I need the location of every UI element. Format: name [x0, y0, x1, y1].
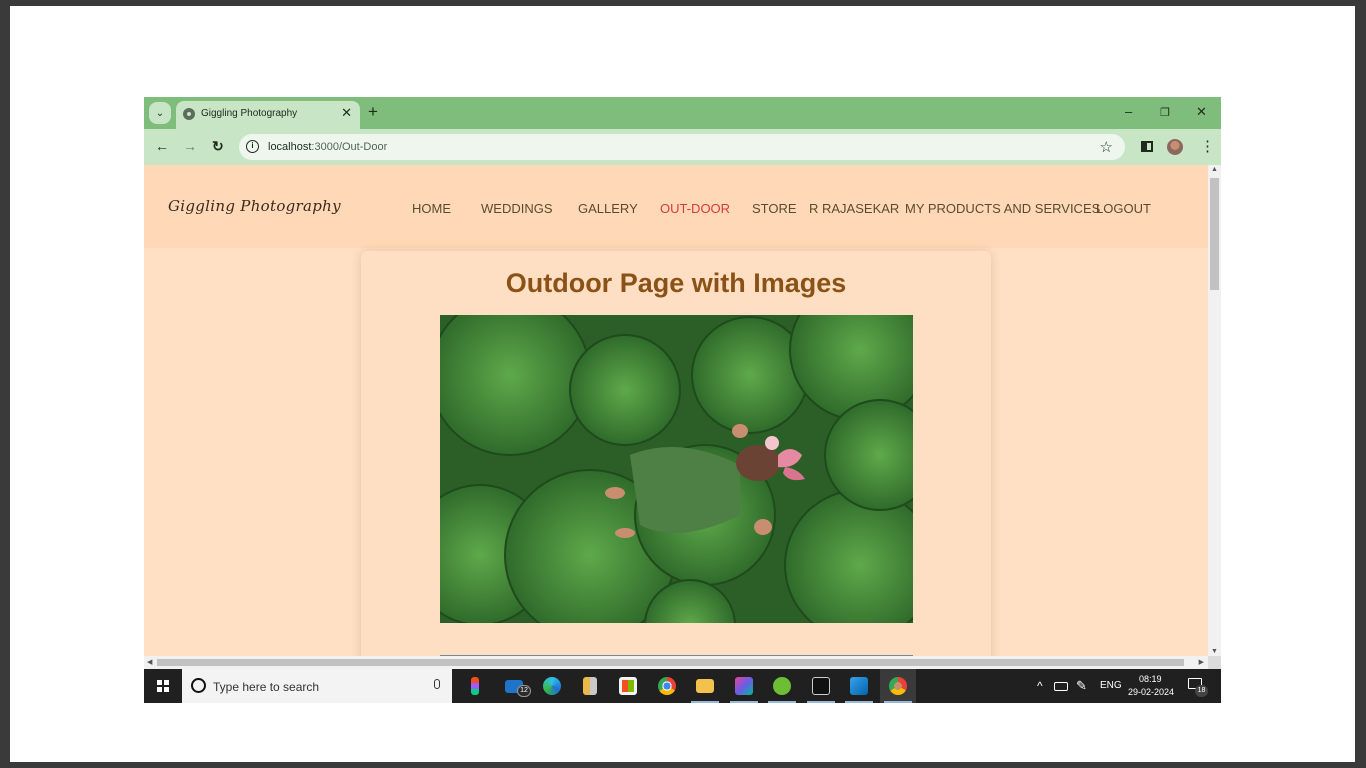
terminal-icon[interactable] — [803, 669, 839, 703]
running-indicator — [768, 701, 796, 703]
globe-icon — [183, 108, 195, 120]
nav-gallery[interactable]: GALLERY — [578, 201, 638, 216]
outdoor-photo — [440, 315, 913, 623]
running-indicator — [807, 701, 835, 703]
nav-r-rajasekar[interactable]: R RAJASEKAR — [809, 201, 899, 216]
site-brand[interactable]: Giggling Photography — [168, 197, 341, 215]
cortana-icon — [191, 678, 206, 693]
side-panel-icon[interactable] — [1141, 141, 1153, 152]
scroll-down-icon[interactable]: ▼ — [1211, 648, 1218, 655]
chrome-icon[interactable] — [649, 669, 685, 703]
nav-my-products-and-services[interactable]: MY PRODUCTS AND SERVICES — [905, 201, 1100, 216]
running-indicator — [884, 701, 912, 703]
clock-time[interactable]: 08:19 — [1139, 674, 1162, 684]
new-tab-button[interactable]: + — [368, 102, 378, 122]
tab-title: Giggling Photography — [201, 108, 298, 119]
figma-icon[interactable] — [457, 669, 493, 703]
url-host: localhost — [268, 141, 312, 153]
url-text[interactable]: localhost:3000/Out-Door — [268, 141, 387, 153]
taskbar-search[interactable]: Type here to search — [182, 669, 452, 703]
nav-weddings[interactable]: WEDDINGS — [481, 201, 553, 216]
browser-menu-icon[interactable]: ⋮ — [1200, 137, 1215, 155]
tab-close-icon[interactable]: ✕ — [341, 105, 352, 121]
scroll-left-icon[interactable]: ◀ — [147, 658, 152, 666]
vertical-scrollbar[interactable]: ▲ ▼ — [1208, 165, 1221, 656]
tray-chevron-icon[interactable]: ^ — [1037, 679, 1043, 703]
page-viewport: Giggling Photography HOME WEDDINGS GALLE… — [144, 165, 1208, 656]
windows-logo-icon — [157, 680, 169, 692]
running-indicator — [730, 701, 758, 703]
avatar[interactable] — [1167, 139, 1183, 155]
battery-icon[interactable] — [1054, 682, 1068, 691]
scroll-corner — [1208, 656, 1221, 669]
chrome-profile-icon[interactable] — [880, 669, 916, 703]
notification-badge: 18 — [1195, 685, 1208, 697]
browser-window: ⌄ Giggling Photography ✕ + – ❐ ✕ ← → ↻ i… — [144, 97, 1221, 703]
pen-icon[interactable]: ✎ — [1076, 678, 1087, 703]
scroll-right-icon[interactable]: ▶ — [1199, 658, 1204, 666]
tab-strip: ⌄ Giggling Photography ✕ + – ❐ ✕ — [144, 97, 1221, 129]
browser-tab[interactable]: Giggling Photography ✕ — [176, 101, 360, 129]
site-info-icon[interactable]: i — [246, 140, 259, 153]
horizontal-scroll-thumb[interactable] — [157, 659, 1184, 666]
files-app-icon[interactable] — [572, 669, 608, 703]
start-button[interactable] — [144, 669, 182, 703]
close-window-button[interactable]: ✕ — [1196, 104, 1207, 120]
restore-button[interactable]: ❐ — [1160, 106, 1170, 119]
nav-out-door[interactable]: OUT-DOOR — [660, 201, 730, 216]
url-path: :3000/Out-Door — [311, 141, 388, 153]
browser-toolbar: ← → ↻ i localhost:3000/Out-Door ☆ ⋮ — [144, 129, 1221, 165]
language-indicator[interactable]: ENG — [1100, 680, 1122, 703]
mail-badge: 12 — [517, 685, 531, 697]
photos-icon[interactable] — [726, 669, 762, 703]
clock-date[interactable]: 29-02-2024 — [1128, 687, 1174, 697]
edge-icon[interactable] — [534, 669, 570, 703]
microphone-icon[interactable] — [434, 679, 440, 689]
mail-icon[interactable]: 12 — [496, 669, 532, 703]
nav-logout[interactable]: LOGOUT — [1096, 201, 1151, 216]
windows-taskbar: Type here to search 12 ^ ✎ ENG 08:19 29-… — [144, 669, 1221, 703]
forward-button[interactable]: → — [183, 138, 197, 154]
site-navbar: Giggling Photography HOME WEDDINGS GALLE… — [144, 165, 1208, 248]
nav-store[interactable]: STORE — [752, 201, 797, 216]
nav-home[interactable]: HOME — [412, 201, 451, 216]
vertical-scroll-thumb[interactable] — [1210, 178, 1219, 290]
running-indicator — [691, 701, 719, 703]
store-icon[interactable] — [610, 669, 646, 703]
running-indicator — [845, 701, 873, 703]
content-card: Outdoor Page with Images — [361, 251, 991, 656]
torrent-icon[interactable] — [764, 669, 800, 703]
address-bar[interactable]: i localhost:3000/Out-Door ☆ — [239, 134, 1125, 160]
tab-search-button[interactable]: ⌄ — [149, 102, 171, 124]
page-title: Outdoor Page with Images — [505, 268, 847, 298]
reload-button[interactable]: ↻ — [212, 138, 224, 155]
horizontal-scrollbar[interactable]: ◀ ▶ — [144, 656, 1208, 669]
vscode-icon[interactable] — [841, 669, 877, 703]
bookmark-star-icon[interactable]: ☆ — [1100, 138, 1113, 156]
search-placeholder: Type here to search — [213, 680, 320, 694]
file-explorer-icon[interactable] — [687, 669, 723, 703]
back-button[interactable]: ← — [155, 138, 169, 154]
scroll-up-icon[interactable]: ▲ — [1211, 166, 1218, 173]
minimize-button[interactable]: – — [1125, 104, 1132, 119]
chevron-down-icon: ⌄ — [155, 107, 165, 119]
